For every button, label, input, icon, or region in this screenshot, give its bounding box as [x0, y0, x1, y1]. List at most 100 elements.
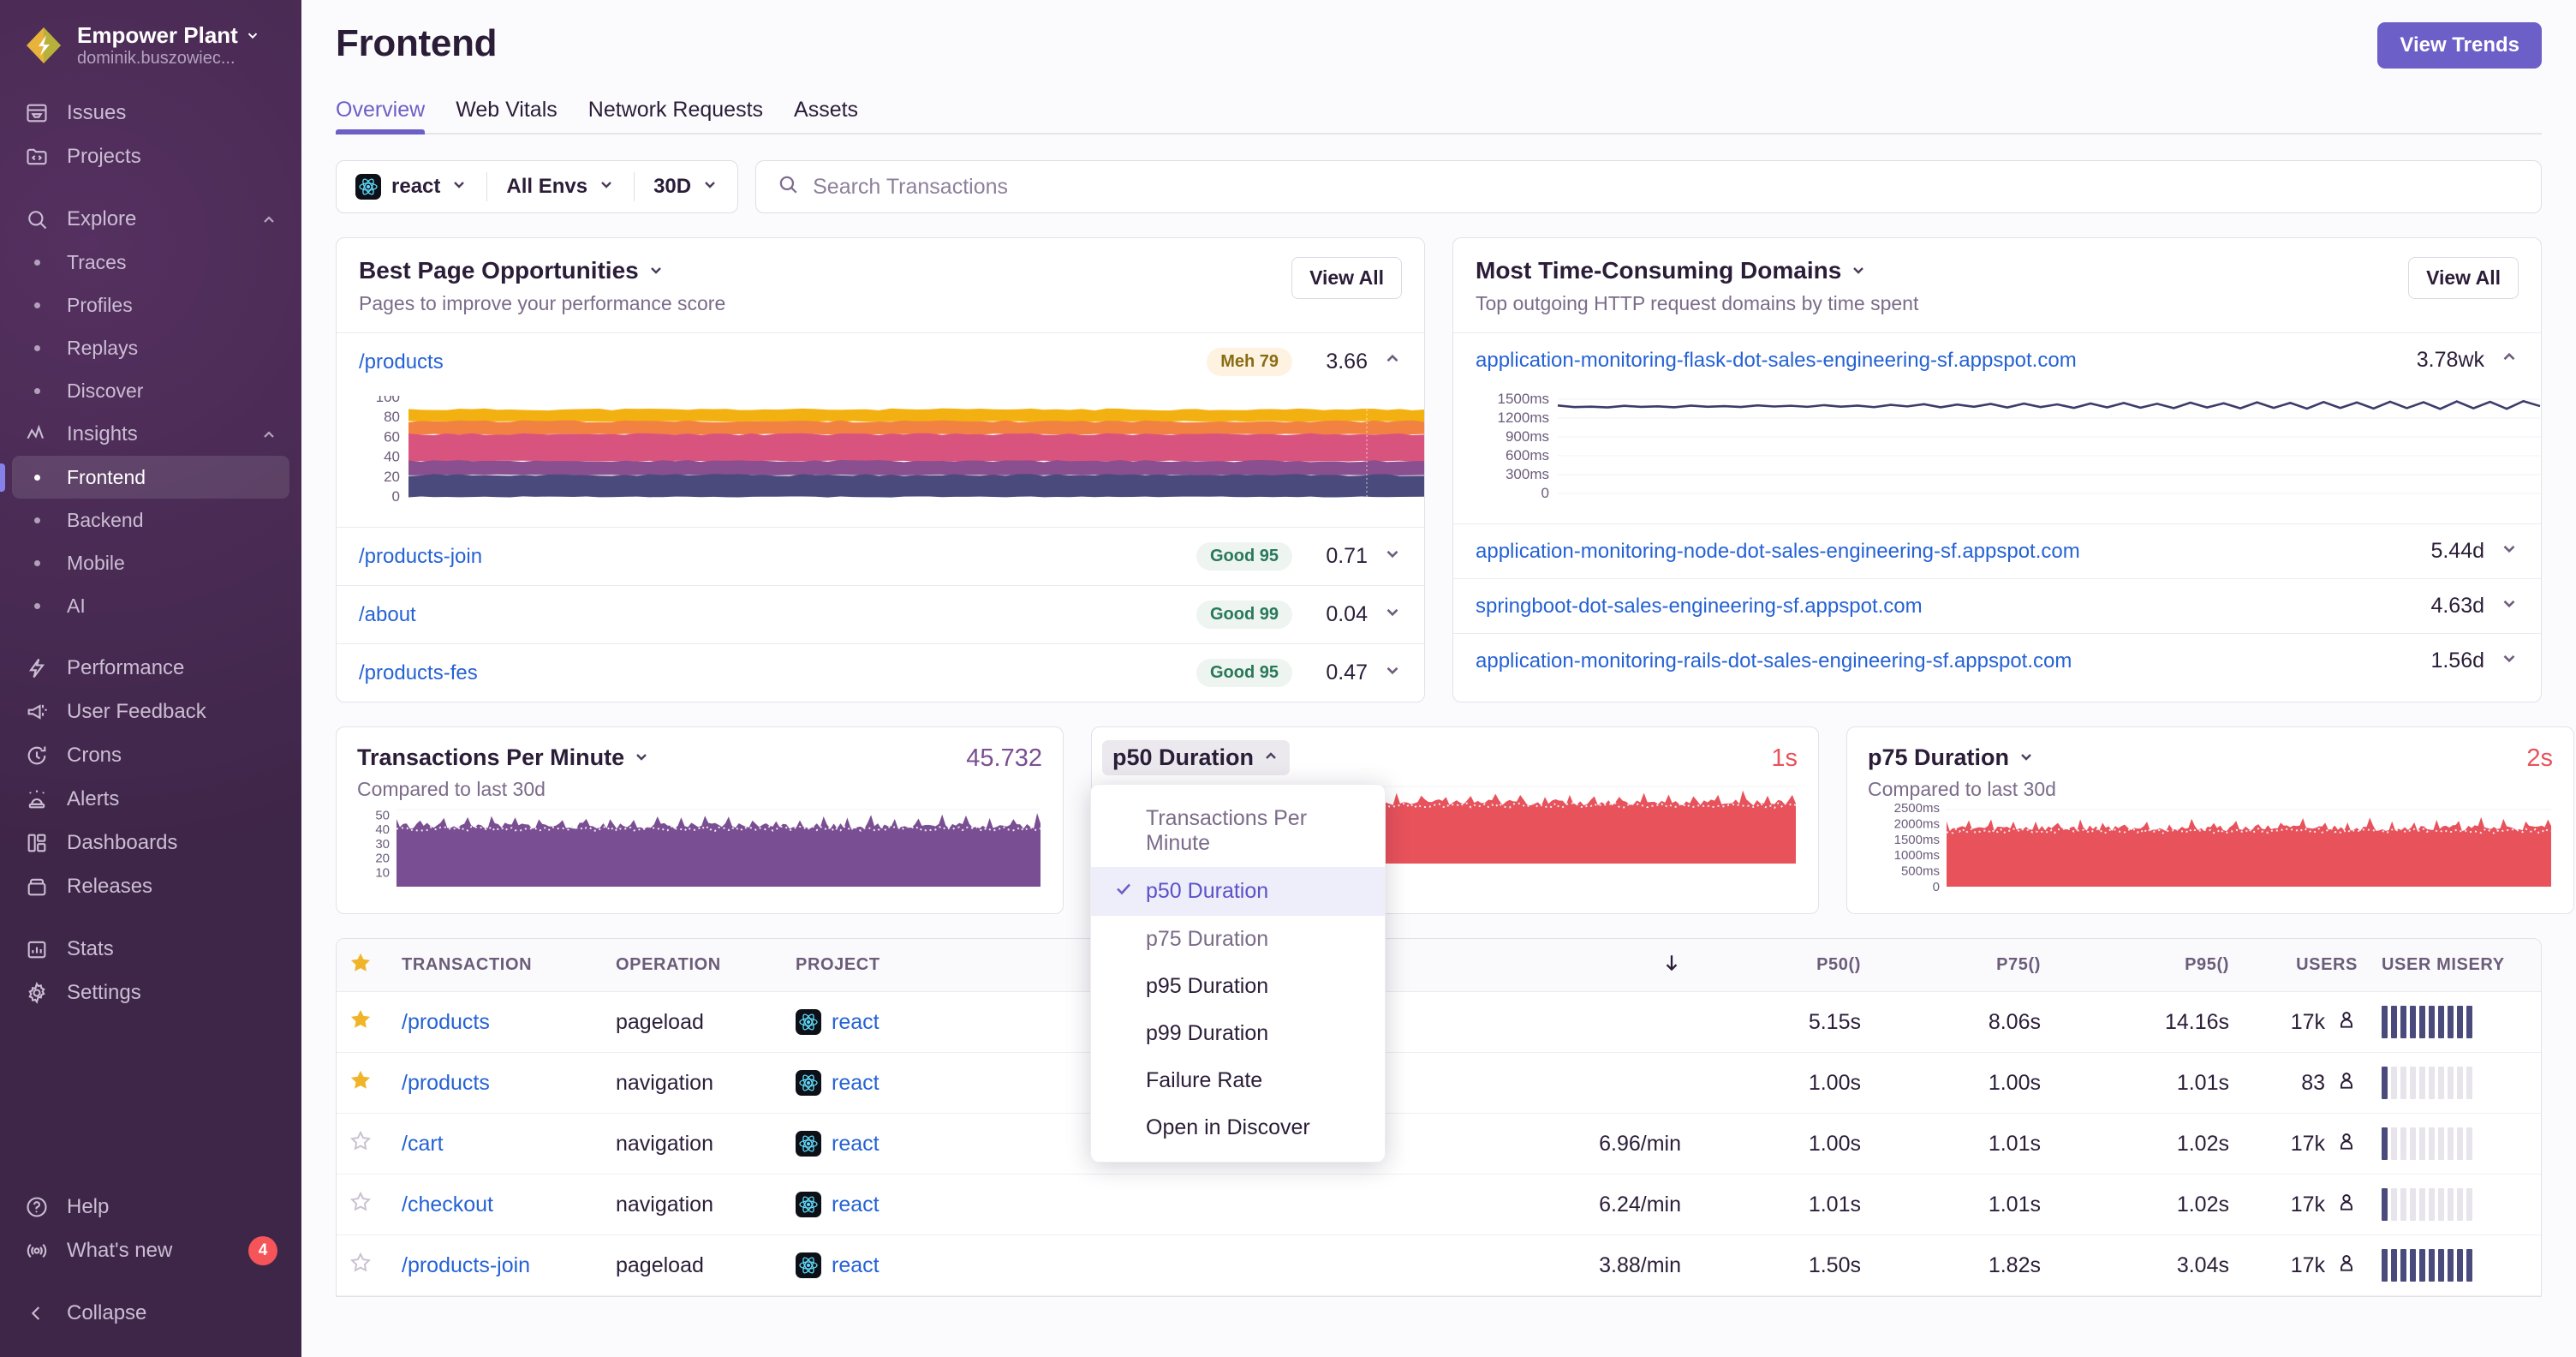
column-header-project[interactable]: PROJECT: [784, 955, 998, 975]
tab-assets[interactable]: Assets: [794, 94, 858, 133]
tab-web-vitals[interactable]: Web Vitals: [456, 94, 558, 133]
chevron-down-icon[interactable]: [2500, 649, 2519, 673]
star-filled-icon[interactable]: [337, 1068, 390, 1098]
project-cell[interactable]: react: [784, 1009, 998, 1035]
star-outline-icon[interactable]: [337, 1190, 390, 1220]
sidebar-item-stats[interactable]: Stats: [12, 927, 289, 971]
sidebar-item-mobile[interactable]: Mobile: [12, 541, 289, 584]
search-input[interactable]: [813, 174, 2520, 200]
sidebar-item-ai[interactable]: AI: [12, 584, 289, 627]
dropdown-item-transactions-per-minute[interactable]: Transactions Per Minute: [1091, 795, 1385, 867]
page-path-link[interactable]: /products: [359, 350, 444, 374]
sidebar-item-frontend[interactable]: Frontend: [0, 456, 289, 499]
star-outline-icon[interactable]: [337, 1251, 390, 1281]
tab-network-requests[interactable]: Network Requests: [588, 94, 763, 133]
table-row[interactable]: /cart navigation react 6.96/min 1.00s 1.01s 1.…: [337, 1114, 2541, 1175]
sidebar-item-backend[interactable]: Backend: [12, 499, 289, 541]
chevron-down-icon[interactable]: [647, 257, 665, 284]
domain-link[interactable]: application-monitoring-flask-dot-sales-e…: [1476, 349, 2077, 373]
dropdown-item-p75-duration[interactable]: p75 Duration: [1091, 916, 1385, 963]
search-bar[interactable]: [755, 160, 2542, 213]
column-header-p95[interactable]: P95(): [2053, 955, 2241, 975]
dropdown-item-p99-duration[interactable]: p99 Duration: [1091, 1010, 1385, 1057]
column-header-operation[interactable]: OPERATION: [604, 955, 784, 975]
domain-row[interactable]: application-monitoring-rails-dot-sales-e…: [1453, 633, 2541, 688]
project-cell[interactable]: react: [784, 1192, 998, 1217]
transaction-link[interactable]: /products: [390, 1010, 604, 1035]
page-path-link[interactable]: /products-join: [359, 545, 482, 569]
metric-title-dropdown-trigger[interactable]: p50 Duration: [1102, 740, 1291, 775]
sidebar-item-projects[interactable]: Projects: [12, 135, 289, 178]
best-page-row[interactable]: /products Meh 79 3.66: [337, 332, 1424, 391]
best-page-row[interactable]: /products-fes Good 95 0.47: [337, 643, 1424, 702]
star-filled-icon[interactable]: [337, 1007, 390, 1037]
sidebar-item-help[interactable]: Help: [12, 1185, 289, 1228]
metric-title-dropdown[interactable]: p75 Duration: [1868, 744, 2056, 771]
tab-overview[interactable]: Overview: [336, 94, 426, 135]
column-header-users[interactable]: USERS: [2241, 955, 2370, 975]
page-path-link[interactable]: /products-fes: [359, 661, 478, 685]
sidebar-item-releases[interactable]: Releases: [12, 864, 289, 908]
column-header-transaction[interactable]: TRANSACTION: [390, 955, 604, 975]
chevron-down-icon[interactable]: [2500, 594, 2519, 619]
metric-title-dropdown[interactable]: Transactions Per Minute: [357, 744, 650, 771]
sidebar-item-replays[interactable]: Replays: [12, 326, 289, 369]
dropdown-item-p95-duration[interactable]: p95 Duration: [1091, 963, 1385, 1010]
domain-row[interactable]: springboot-dot-sales-engineering-sf.apps…: [1453, 578, 2541, 633]
sidebar-item-dashboards[interactable]: Dashboards: [12, 821, 289, 864]
view-trends-button[interactable]: View Trends: [2377, 22, 2542, 69]
table-row[interactable]: /checkout navigation react 6.24/min 1.01s 1.0…: [337, 1175, 2541, 1235]
sidebar-item-crons[interactable]: Crons: [12, 733, 289, 777]
sidebar-item-discover[interactable]: Discover: [12, 369, 289, 412]
transaction-link[interactable]: /products: [390, 1071, 604, 1096]
chevron-down-icon[interactable]: [2500, 539, 2519, 564]
sidebar-collapse-button[interactable]: Collapse: [12, 1291, 289, 1335]
sidebar-item-issues[interactable]: Issues: [12, 91, 289, 135]
domain-link[interactable]: application-monitoring-rails-dot-sales-e…: [1476, 649, 2072, 673]
column-header-p50[interactable]: P50(): [1693, 955, 1873, 975]
chevron-down-icon[interactable]: [1383, 544, 1402, 569]
star-outline-icon[interactable]: [337, 1129, 390, 1159]
project-filter[interactable]: react: [337, 161, 486, 212]
transaction-link[interactable]: /checkout: [390, 1193, 604, 1217]
chevron-up-icon[interactable]: [2500, 348, 2519, 373]
dropdown-item-p50-duration[interactable]: p50 Duration: [1091, 867, 1385, 916]
column-header-p75[interactable]: P75(): [1873, 955, 2053, 975]
sidebar-item-user-feedback[interactable]: User Feedback: [12, 690, 289, 733]
best-page-row[interactable]: /about Good 99 0.04: [337, 585, 1424, 643]
domain-row[interactable]: application-monitoring-flask-dot-sales-e…: [1453, 332, 2541, 387]
project-cell[interactable]: react: [784, 1131, 998, 1157]
project-name[interactable]: react: [832, 1071, 880, 1096]
transaction-link[interactable]: /cart: [390, 1132, 604, 1157]
table-row[interactable]: /products navigation react 1.00s 1.00s 1.01s 8…: [337, 1053, 2541, 1114]
date-range-filter[interactable]: 30D: [635, 161, 737, 212]
chevron-down-icon[interactable]: [1383, 661, 1402, 685]
dropdown-item-open-in-discover[interactable]: Open in Discover: [1091, 1104, 1385, 1151]
view-all-pages-button[interactable]: View All: [1291, 257, 1402, 299]
metric-dropdown-menu[interactable]: Transactions Per Minute p50 Duration p75 D…: [1090, 784, 1386, 1163]
best-page-row[interactable]: /products-join Good 95 0.71: [337, 527, 1424, 585]
sidebar-item-traces[interactable]: Traces: [12, 241, 289, 284]
table-row[interactable]: /products-join pageload react 3.88/min 1.50s…: [337, 1235, 2541, 1296]
dropdown-item-failure-rate[interactable]: Failure Rate: [1091, 1057, 1385, 1104]
table-row[interactable]: /products pageload react 5.15s 8.06s 14.16s 17…: [337, 992, 2541, 1053]
sidebar-item-whats-new[interactable]: What's new 4: [12, 1228, 289, 1272]
project-name[interactable]: react: [832, 1253, 880, 1278]
page-path-link[interactable]: /about: [359, 603, 416, 627]
chevron-down-icon[interactable]: [1383, 602, 1402, 627]
sidebar-section-explore[interactable]: Explore: [12, 197, 289, 241]
org-switcher[interactable]: Empower Plant dominik.buszowiec...: [0, 22, 301, 91]
sidebar-item-alerts[interactable]: Alerts: [12, 777, 289, 821]
column-header-user-misery[interactable]: USER MISERY: [2370, 955, 2541, 975]
chevron-down-icon[interactable]: [1850, 257, 1867, 284]
project-name[interactable]: react: [832, 1010, 880, 1035]
project-cell[interactable]: react: [784, 1070, 998, 1096]
view-all-domains-button[interactable]: View All: [2408, 257, 2519, 299]
sidebar-item-performance[interactable]: Performance: [12, 646, 289, 690]
sidebar-item-profiles[interactable]: Profiles: [12, 284, 289, 326]
project-name[interactable]: react: [832, 1193, 880, 1217]
project-cell[interactable]: react: [784, 1252, 998, 1278]
transaction-link[interactable]: /products-join: [390, 1253, 604, 1278]
sidebar-item-settings[interactable]: Settings: [12, 971, 289, 1014]
chevron-up-icon[interactable]: [1383, 350, 1402, 374]
